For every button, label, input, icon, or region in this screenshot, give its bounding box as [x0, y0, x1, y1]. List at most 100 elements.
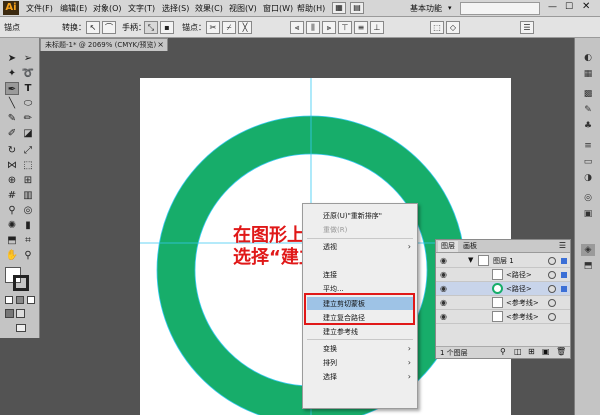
ellipse-tool-icon[interactable]: ⬭ — [21, 97, 35, 110]
isolate-icon[interactable]: ◇ — [446, 21, 460, 34]
type-tool-icon[interactable]: T — [21, 82, 35, 95]
transparency-icon[interactable]: ◑ — [581, 172, 595, 184]
blob-brush-tool-icon[interactable]: ✐ — [5, 127, 19, 140]
direct-selection-tool-icon[interactable]: ➢ — [21, 52, 35, 65]
slice-tool-icon[interactable]: ⌗ — [21, 234, 35, 247]
menu-item-undo[interactable]: 还原(U)"重新排序" — [323, 211, 382, 221]
shape-builder-tool-icon[interactable]: ⊕ — [5, 174, 19, 187]
align-center-icon[interactable]: ⫼ — [306, 21, 320, 34]
color-mode-icon[interactable] — [5, 296, 13, 304]
layer-row[interactable]: ◉ <参考线> — [436, 310, 570, 324]
arrange-documents-icon[interactable]: ▤ — [350, 2, 364, 14]
connect-anchor-icon[interactable]: ⌿ — [222, 21, 236, 34]
color-guide-icon[interactable]: ▦ — [581, 68, 595, 80]
artboard-tool-icon[interactable]: ⬒ — [5, 234, 19, 247]
search-input[interactable] — [460, 2, 540, 15]
show-handles-icon[interactable]: ⤡ — [144, 21, 158, 34]
menu-item-perspective[interactable]: 透视 — [323, 242, 337, 252]
graphic-styles-icon[interactable]: ▣ — [581, 208, 595, 220]
swatches-icon[interactable]: ▩ — [581, 88, 595, 100]
selection-tool-icon[interactable]: ➤ — [5, 52, 19, 65]
convert-smooth-icon[interactable]: ⌒ — [102, 21, 116, 34]
target-icon[interactable] — [548, 299, 556, 307]
bridge-icon[interactable]: ▦ — [332, 2, 346, 14]
rotate-tool-icon[interactable]: ↻ — [5, 144, 19, 157]
gradient-mode-icon[interactable] — [16, 296, 24, 304]
free-transform-tool-icon[interactable]: ⬚ — [21, 159, 35, 172]
visibility-eye-icon[interactable]: ◉ — [440, 312, 450, 322]
new-layer-icon[interactable]: ▣ — [542, 347, 550, 356]
lasso-tool-icon[interactable]: ➰ — [21, 67, 35, 80]
line-tool-icon[interactable]: ╲ — [5, 97, 19, 110]
menu-item-make-guides[interactable]: 建立参考线 — [323, 327, 358, 337]
pencil-tool-icon[interactable]: ✏ — [21, 112, 35, 125]
locate-object-icon[interactable]: ⚲ — [500, 347, 506, 356]
zoom-tool-icon[interactable]: ⚲ — [21, 249, 35, 262]
minimize-icon[interactable]: — — [548, 2, 557, 12]
delete-anchor-icon[interactable]: ✂ — [206, 21, 220, 34]
align-bottom-icon[interactable]: ⊥ — [370, 21, 384, 34]
panel-menu-icon[interactable]: ☰ — [559, 241, 566, 250]
menu-effect[interactable]: 效果(C) — [195, 3, 223, 14]
align-top-icon[interactable]: ⊤ — [338, 21, 352, 34]
document-tab[interactable]: 未标题-1* @ 2069% (CMYK/预览) × — [40, 38, 168, 51]
menu-window[interactable]: 窗口(W) — [263, 3, 293, 14]
column-graph-tool-icon[interactable]: ▮ — [21, 219, 35, 232]
visibility-eye-icon[interactable]: ◉ — [440, 298, 450, 308]
draw-normal-icon[interactable] — [5, 309, 14, 318]
menu-item-arrange[interactable]: 排列 — [323, 358, 337, 368]
visibility-eye-icon[interactable]: ◉ — [440, 256, 450, 266]
transform-icon[interactable]: ⬚ — [430, 21, 444, 34]
layer-row[interactable]: ◉ ▼ 图层 1 — [436, 254, 570, 268]
menu-view[interactable]: 视图(V) — [229, 3, 257, 14]
width-tool-icon[interactable]: ⋈ — [5, 159, 19, 172]
menu-type[interactable]: 文字(T) — [128, 3, 155, 14]
target-icon[interactable] — [548, 271, 556, 279]
artboards-panel-icon[interactable]: ⬒ — [581, 260, 595, 272]
align-middle-icon[interactable]: ≡ — [354, 21, 368, 34]
pen-tool-icon[interactable]: ✒ — [5, 82, 19, 95]
perspective-grid-tool-icon[interactable]: ⊞ — [21, 174, 35, 187]
new-sublayer-icon[interactable]: ⊞ — [528, 347, 535, 356]
menu-edit[interactable]: 编辑(E) — [60, 3, 87, 14]
hide-handles-icon[interactable]: ▪ — [160, 21, 174, 34]
menu-item-select[interactable]: 选择 — [323, 372, 337, 382]
menu-help[interactable]: 帮助(H) — [297, 3, 325, 14]
target-icon[interactable] — [548, 257, 556, 265]
eyedropper-tool-icon[interactable]: ⚲ — [5, 204, 19, 217]
tab-artboards[interactable]: 画板 — [460, 241, 480, 252]
close-icon[interactable]: ✕ — [582, 1, 590, 12]
trash-icon[interactable]: 🗑 — [556, 347, 566, 356]
draw-behind-icon[interactable] — [16, 309, 25, 318]
menu-object[interactable]: 对象(O) — [93, 3, 122, 14]
magic-wand-tool-icon[interactable]: ✦ — [5, 67, 19, 80]
align-left-icon[interactable]: ⫷ — [290, 21, 304, 34]
convert-corner-icon[interactable]: ↖ — [86, 21, 100, 34]
gradient-panel-icon[interactable]: ▭ — [581, 156, 595, 168]
cut-path-icon[interactable]: ╳ — [238, 21, 252, 34]
visibility-eye-icon[interactable]: ◉ — [440, 270, 450, 280]
menu-item-transform[interactable]: 变换 — [323, 344, 337, 354]
stroke-swatch[interactable] — [13, 275, 29, 291]
screen-mode-icon[interactable] — [16, 324, 26, 332]
tab-close-icon[interactable]: × — [157, 39, 164, 51]
hand-tool-icon[interactable]: ✋ — [5, 249, 19, 262]
clipping-mask-icon[interactable]: ◫ — [514, 347, 522, 356]
eraser-tool-icon[interactable]: ◪ — [21, 127, 35, 140]
symbol-sprayer-tool-icon[interactable]: ✺ — [5, 219, 19, 232]
brushes-icon[interactable]: ✎ — [581, 104, 595, 116]
tab-layers[interactable]: 图层 — [438, 241, 458, 252]
align-right-icon[interactable]: ⫸ — [322, 21, 336, 34]
workspace-switcher[interactable]: 基本功能 — [410, 3, 442, 14]
menu-file[interactable]: 文件(F) — [26, 3, 53, 14]
menu-select[interactable]: 选择(S) — [162, 3, 189, 14]
layer-row[interactable]: ◉ <路径> — [436, 268, 570, 282]
blend-tool-icon[interactable]: ◎ — [21, 204, 35, 217]
gradient-tool-icon[interactable]: ▥ — [21, 189, 35, 202]
layer-row[interactable]: ◉ <参考线> — [436, 296, 570, 310]
layers-panel-icon[interactable]: ◈ — [581, 244, 595, 256]
color-panel-icon[interactable]: ◐ — [581, 52, 595, 64]
target-icon[interactable] — [548, 285, 556, 293]
scale-tool-icon[interactable]: ⤢ — [21, 144, 35, 157]
expand-arrow-icon[interactable]: ▼ — [468, 256, 473, 264]
